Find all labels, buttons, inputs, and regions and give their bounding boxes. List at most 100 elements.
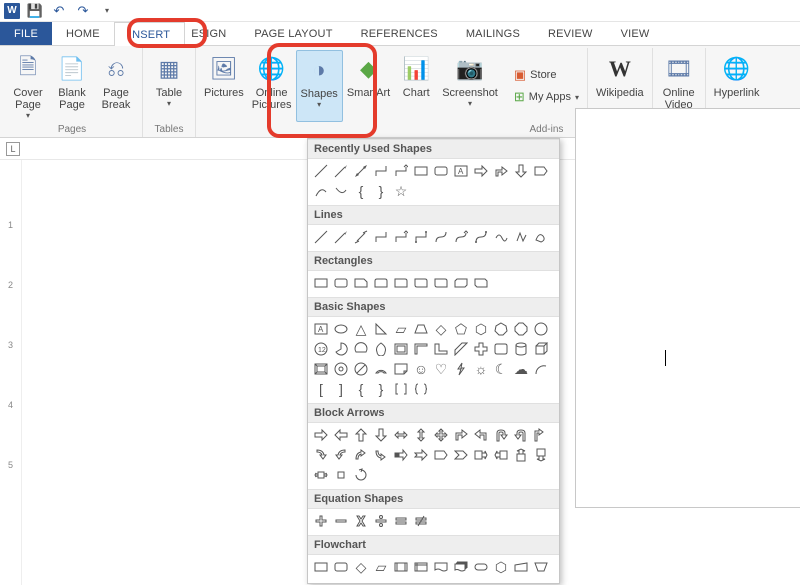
store-button[interactable]: ▣Store [510,66,583,84]
tab-file[interactable]: FILE [0,22,52,45]
arrow-callout-d[interactable] [532,446,550,464]
arrow-callout-lr[interactable] [312,466,330,484]
shape-line-4[interactable] [372,228,390,246]
arrow-left[interactable] [332,426,350,444]
basic-no-symbol[interactable] [352,360,370,378]
basic-block-arc[interactable] [372,360,390,378]
basic-cross[interactable] [472,340,490,358]
basic-cube[interactable] [532,340,550,358]
basic-frame[interactable] [392,340,410,358]
fc-internal-storage[interactable] [412,558,430,576]
basic-octagon[interactable] [512,320,530,338]
basic-diamond[interactable]: ◇ [432,320,450,338]
shape-line-3[interactable] [352,228,370,246]
shape-rect-9[interactable] [472,274,490,292]
shape-double-arrow[interactable] [352,162,370,180]
arrow-curved-l[interactable] [332,446,350,464]
arrow-up-down[interactable] [412,426,430,444]
basic-hexagon[interactable]: ⬡ [472,320,490,338]
fc-terminator[interactable] [472,558,490,576]
tab-view[interactable]: VIEW [607,22,664,45]
fc-decision[interactable]: ◇ [352,558,370,576]
basic-cloud[interactable]: ☁ [512,360,530,378]
arrow-callout-l[interactable] [492,446,510,464]
arrow-chevron[interactable] [452,446,470,464]
shape-line[interactable] [312,162,330,180]
eq-not-equal[interactable] [412,512,430,530]
arrow-notched[interactable] [412,446,430,464]
basic-plaque[interactable] [492,340,510,358]
fc-manual-op[interactable] [532,558,550,576]
basic-heptagon[interactable] [492,320,510,338]
chart-button[interactable]: 📊 Chart [394,50,438,122]
shape-arrow-line[interactable] [332,162,350,180]
shape-rect-1[interactable] [312,274,330,292]
save-button[interactable]: 💾 [26,2,44,20]
basic-heart[interactable]: ♡ [432,360,450,378]
shape-rounded-rect[interactable] [432,162,450,180]
basic-diag-stripe[interactable] [452,340,470,358]
arrow-left-right[interactable] [392,426,410,444]
shape-line-5[interactable] [392,228,410,246]
basic-triangle[interactable]: △ [352,320,370,338]
shape-line-1[interactable] [312,228,330,246]
shape-line-6[interactable] [412,228,430,246]
shape-line-9[interactable] [472,228,490,246]
basic-teardrop[interactable] [372,340,390,358]
online-pictures-button[interactable]: 🌐 Online Pictures [248,50,296,122]
arrow-bent3[interactable] [532,426,550,444]
shape-elbow-arrow[interactable] [392,162,410,180]
shapes-button[interactable]: ◑ Shapes ▾ [296,50,343,122]
basic-dodecagon[interactable]: 12 [312,340,330,358]
shape-right-arrow[interactable] [472,162,490,180]
basic-brace-r[interactable]: } [372,380,390,398]
shape-line-10[interactable] [492,228,510,246]
shape-textbox[interactable]: A [452,162,470,180]
tab-page-layout[interactable]: PAGE LAYOUT [240,22,346,45]
eq-multiply[interactable] [352,512,370,530]
shape-star[interactable]: ☆ [392,182,410,200]
basic-pentagon[interactable]: ⬠ [452,320,470,338]
eq-divide[interactable] [372,512,390,530]
table-button[interactable]: ▦ Table ▾ [147,50,191,122]
arrow-uturn1[interactable] [492,426,510,444]
eq-plus[interactable] [312,512,330,530]
basic-parallelogram[interactable]: ▱ [392,320,410,338]
shape-brace-left[interactable]: { [352,182,370,200]
basic-bracket-r[interactable]: ] [332,380,350,398]
arrow-callout-quad[interactable] [332,466,350,484]
arrow-curved-u[interactable] [352,446,370,464]
my-apps-button[interactable]: ⊞My Apps ▾ [510,88,583,106]
tab-home[interactable]: HOME [52,22,114,45]
shape-line-8[interactable] [452,228,470,246]
shape-line-12[interactable] [532,228,550,246]
tab-review[interactable]: REVIEW [534,22,607,45]
arrow-bent2[interactable] [472,426,490,444]
basic-folded-corner[interactable] [392,360,410,378]
shape-down-arrow[interactable] [512,162,530,180]
tab-design[interactable]: ESIGN [185,22,240,45]
cover-page-button[interactable]: 🗎 Cover Page ▾ [6,50,50,122]
undo-button[interactable]: ↶ [50,2,68,20]
basic-brace-l[interactable]: { [352,380,370,398]
basic-donut[interactable] [332,360,350,378]
shape-rectangle[interactable] [412,162,430,180]
basic-moon[interactable]: ☾ [492,360,510,378]
basic-textbox[interactable]: A [312,320,330,338]
shape-rect-5[interactable] [392,274,410,292]
shape-rect-3[interactable] [352,274,370,292]
basic-bevel[interactable] [312,360,330,378]
shape-line-11[interactable] [512,228,530,246]
pictures-button[interactable]: 🖼 Pictures [200,50,248,122]
shape-curve2[interactable] [332,182,350,200]
basic-decagon[interactable] [532,320,550,338]
eq-minus[interactable] [332,512,350,530]
basic-lightning[interactable] [452,360,470,378]
basic-pie[interactable] [332,340,350,358]
shape-line-7[interactable] [432,228,450,246]
tab-insert[interactable]: INSERT [114,22,185,46]
basic-smiley[interactable]: ☺ [412,360,430,378]
tab-references[interactable]: REFERENCES [347,22,452,45]
redo-button[interactable]: ↷ [74,2,92,20]
basic-double-bracket[interactable] [392,380,410,398]
